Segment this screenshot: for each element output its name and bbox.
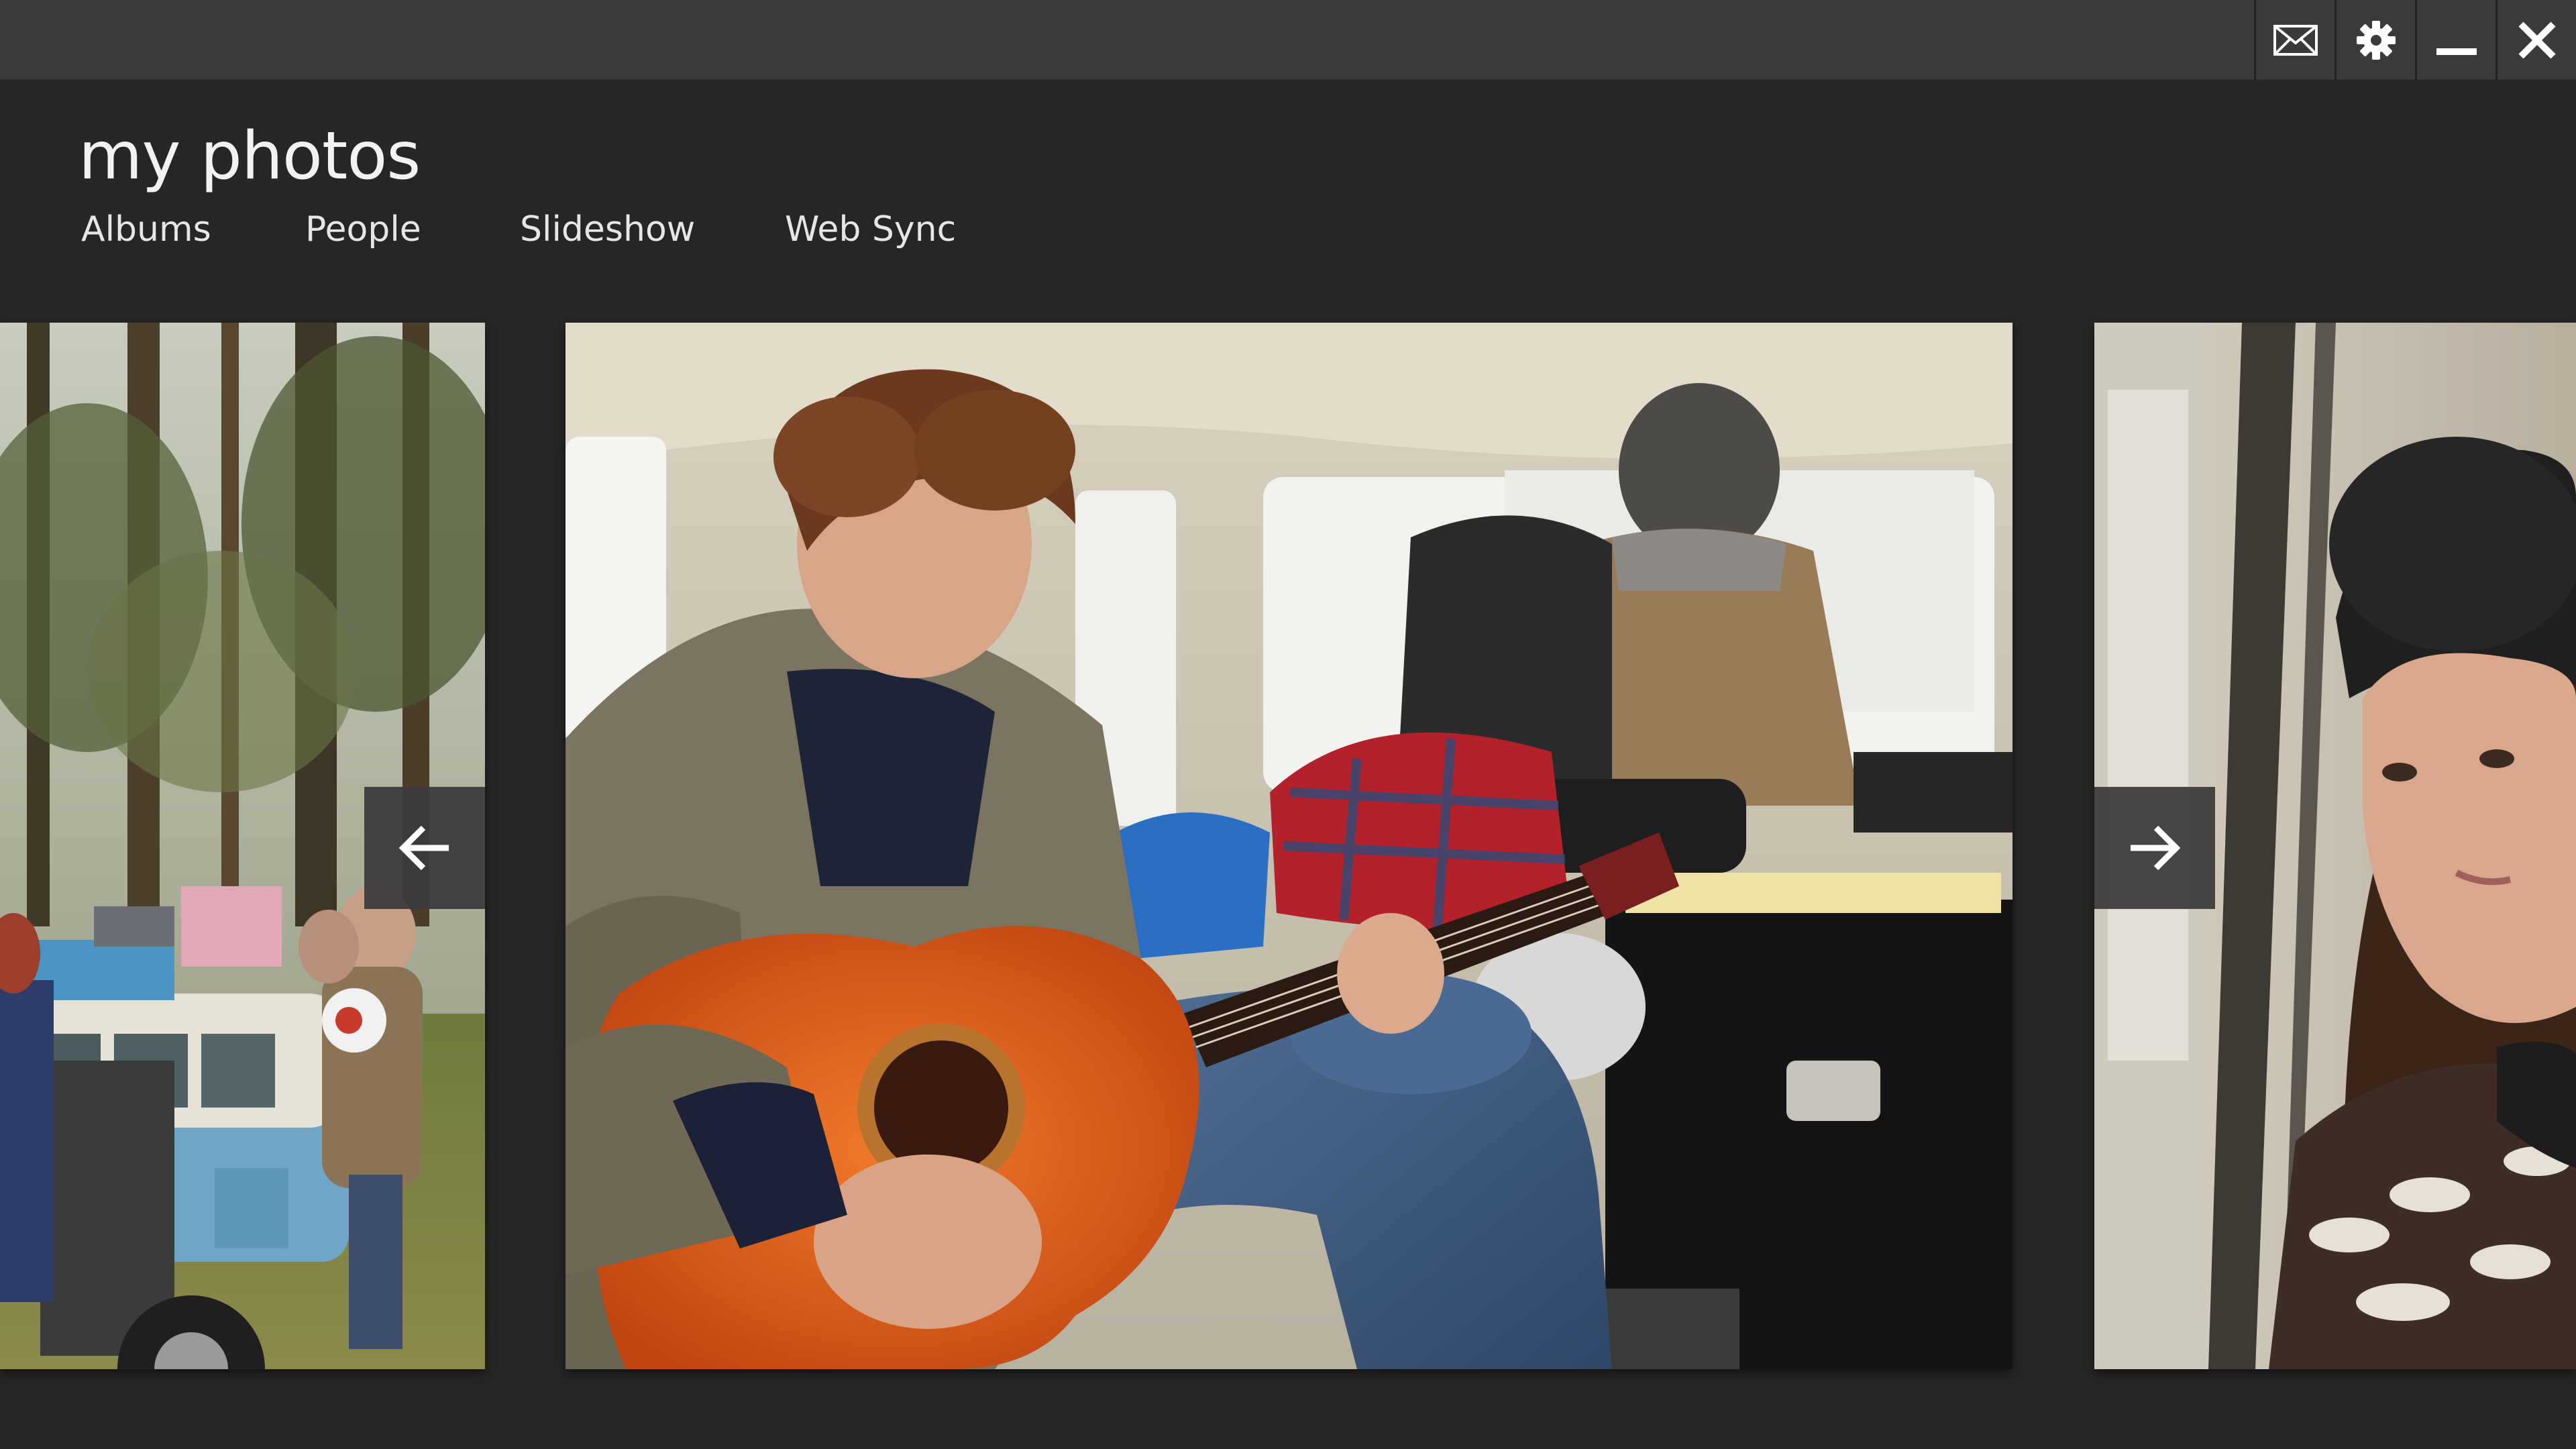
nav-web-sync[interactable]: Web Sync bbox=[785, 203, 956, 256]
arrow-left-icon bbox=[398, 825, 449, 871]
close-button[interactable] bbox=[2496, 0, 2576, 80]
nav-albums[interactable]: Albums bbox=[81, 203, 211, 256]
minimize-button[interactable] bbox=[2415, 0, 2496, 80]
gear-icon bbox=[2356, 21, 2396, 60]
settings-button[interactable] bbox=[2334, 0, 2415, 80]
window-controls bbox=[2254, 0, 2576, 80]
nav-people[interactable]: People bbox=[305, 203, 421, 256]
nav-slideshow[interactable]: Slideshow bbox=[520, 203, 695, 256]
close-icon bbox=[2518, 21, 2556, 59]
minimize-icon bbox=[2436, 48, 2477, 55]
photo-current[interactable] bbox=[566, 323, 2012, 1369]
arrow-right-icon bbox=[2131, 825, 2181, 871]
mail-icon bbox=[2273, 25, 2318, 56]
mail-button[interactable] bbox=[2254, 0, 2334, 80]
guitar-player-photo bbox=[566, 323, 2012, 1369]
previous-photo-button[interactable] bbox=[364, 787, 485, 909]
app-title: my photos bbox=[78, 118, 421, 195]
next-photo-button[interactable] bbox=[2094, 787, 2215, 909]
title-bar bbox=[0, 0, 2576, 80]
